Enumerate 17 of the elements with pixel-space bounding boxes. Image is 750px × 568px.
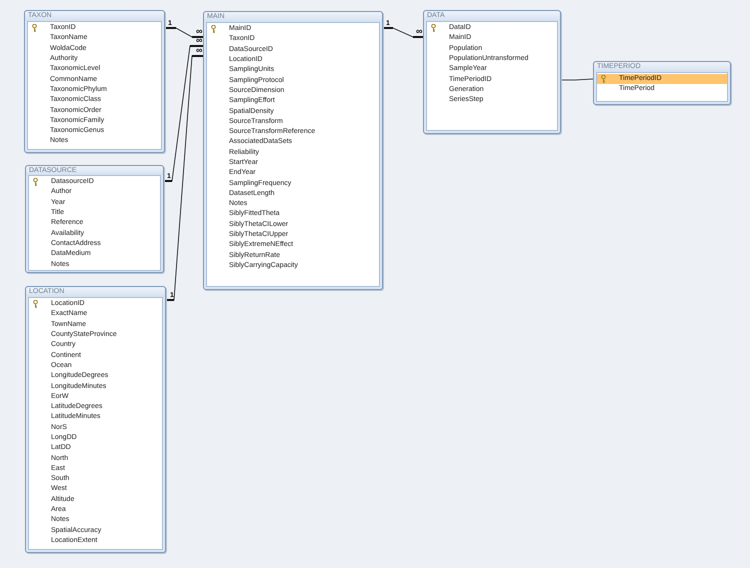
relationship-line[interactable] [560,78,594,80]
relationship-line[interactable] [382,27,424,38]
key-icon [33,300,38,308]
key-icon [601,75,606,84]
key-icon [211,25,216,34]
key-icon [32,24,37,32]
relationship-line[interactable] [163,27,204,38]
table-window[interactable] [25,286,166,553]
key-icon [431,24,436,32]
cardinality-label: ∞ [196,45,202,55]
cardinality-label: ∞ [196,35,202,45]
cardinality-label: ∞ [416,26,422,36]
relationship-line[interactable] [165,55,204,301]
cardinality-label: ∞ [196,26,202,36]
key-icon [33,178,38,186]
relationship-line[interactable] [162,45,204,182]
table-window[interactable] [203,11,383,290]
